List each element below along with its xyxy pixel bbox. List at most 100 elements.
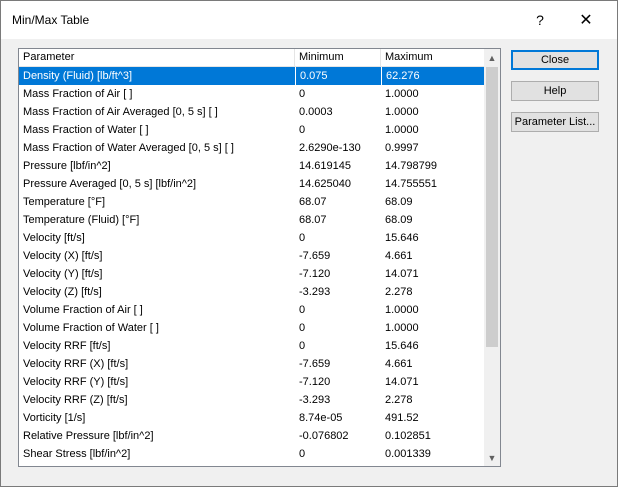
cell-parameter: Pressure Averaged [0, 5 s] [lbf/in^2] <box>23 178 197 190</box>
table-row[interactable]: Velocity (Y) [ft/s] -7.120 14.071 <box>19 265 484 283</box>
cell-maximum: 1.0000 <box>385 304 419 316</box>
table-row[interactable]: Velocity (X) [ft/s] -7.659 4.661 <box>19 247 484 265</box>
cell-maximum: 15.646 <box>385 232 419 244</box>
close-title-button[interactable]: ✕ <box>563 1 609 39</box>
cell-parameter: Velocity (Y) [ft/s] <box>23 268 103 280</box>
scroll-up-arrow-icon[interactable]: ▲ <box>484 49 500 66</box>
table-row[interactable]: Relative Pressure [lbf/in^2] -0.076802 0.1… <box>19 427 484 445</box>
close-icon: ✕ <box>579 12 593 29</box>
close-button[interactable]: Close <box>511 50 599 70</box>
column-header-parameter[interactable]: Parameter <box>19 49 295 66</box>
cell-maximum: 2.278 <box>385 394 413 406</box>
cell-minimum: -3.293 <box>299 394 331 406</box>
cell-maximum: 14.755551 <box>385 178 437 190</box>
cell-parameter: Volume Fraction of Water [ ] <box>23 322 159 334</box>
cell-minimum: 68.07 <box>299 196 327 208</box>
cell-minimum: 8.74e-05 <box>299 412 343 424</box>
table-row[interactable]: Mass Fraction of Air Averaged [0, 5 s] [… <box>19 103 484 121</box>
cell-parameter: Velocity RRF [ft/s] <box>23 340 111 352</box>
table-row[interactable]: Mass Fraction of Air [ ] 0 1.0000 <box>19 85 484 103</box>
parameter-list-button[interactable]: Parameter List... <box>511 112 599 132</box>
cell-minimum: -7.120 <box>299 376 331 388</box>
cell-maximum: 1.0000 <box>385 88 419 100</box>
table-row[interactable]: Temperature (Fluid) [°F] 68.07 68.09 <box>19 211 484 229</box>
cell-minimum: 0 <box>299 88 306 100</box>
cell-minimum: -7.120 <box>299 268 331 280</box>
title-bar: Min/Max Table ? ✕ <box>1 1 617 39</box>
cell-minimum: 0 <box>299 304 306 316</box>
cell-parameter: Vorticity [1/s] <box>23 412 86 424</box>
cell-parameter: Density (Fluid) [lb/ft^3] <box>23 70 133 82</box>
cell-minimum: -7.659 <box>299 358 331 370</box>
cell-minimum: -0.076802 <box>299 430 349 442</box>
cell-parameter: Mass Fraction of Water Averaged [0, 5 s]… <box>23 142 234 154</box>
cell-parameter: Temperature [°F] <box>23 196 106 208</box>
table-row[interactable]: Volume Fraction of Water [ ] 0 1.0000 <box>19 319 484 337</box>
cell-minimum: 14.625040 <box>299 178 351 190</box>
column-header-maximum[interactable]: Maximum <box>381 49 484 66</box>
cell-parameter: Relative Pressure [lbf/in^2] <box>23 430 154 442</box>
cell-minimum: 0 <box>299 322 306 334</box>
cell-maximum: 4.661 <box>385 250 413 262</box>
cell-maximum: 14.798799 <box>385 160 437 172</box>
cell-minimum: 0.075 <box>295 67 381 85</box>
table-row[interactable]: Velocity [ft/s] 0 15.646 <box>19 229 484 247</box>
cell-maximum: 2.278 <box>385 286 413 298</box>
vertical-scrollbar[interactable]: ▲ ▼ <box>484 49 500 466</box>
table-row[interactable]: Velocity RRF (Y) [ft/s] -7.120 14.071 <box>19 373 484 391</box>
table-row[interactable]: Mass Fraction of Water [ ] 0 1.0000 <box>19 121 484 139</box>
cell-maximum: 1.0000 <box>385 124 419 136</box>
cell-minimum: 14.619145 <box>299 160 351 172</box>
cell-minimum: 0.0003 <box>299 106 333 118</box>
cell-parameter: Mass Fraction of Air [ ] <box>23 88 133 100</box>
cell-parameter: Mass Fraction of Water [ ] <box>23 124 149 136</box>
cell-minimum: 0 <box>299 232 306 244</box>
cell-maximum: 0.001339 <box>385 448 431 460</box>
cell-maximum: 491.52 <box>385 412 419 424</box>
table-header: Parameter Minimum Maximum <box>19 49 484 67</box>
scroll-down-arrow-icon[interactable]: ▼ <box>484 449 500 466</box>
cell-parameter: Velocity RRF (Z) [ft/s] <box>23 394 128 406</box>
cell-parameter: Velocity (Z) [ft/s] <box>23 286 102 298</box>
cell-minimum: 2.6290e-130 <box>299 142 361 154</box>
cell-parameter: Velocity RRF (X) [ft/s] <box>23 358 129 370</box>
table-row[interactable]: Velocity RRF (Z) [ft/s] -3.293 2.278 <box>19 391 484 409</box>
cell-parameter: Velocity [ft/s] <box>23 232 85 244</box>
scrollbar-thumb[interactable] <box>486 67 498 347</box>
cell-maximum: 1.0000 <box>385 322 419 334</box>
cell-maximum: 62.276 <box>381 67 484 85</box>
table-row[interactable]: Velocity RRF [ft/s] 0 15.646 <box>19 337 484 355</box>
cell-maximum: 68.09 <box>385 214 413 226</box>
cell-parameter: Velocity (X) [ft/s] <box>23 250 103 262</box>
min-max-table[interactable]: Parameter Minimum Maximum Density (Fluid… <box>18 48 501 467</box>
cell-parameter: Temperature (Fluid) [°F] <box>23 214 140 226</box>
cell-maximum: 0.102851 <box>385 430 431 442</box>
cell-minimum: 68.07 <box>299 214 327 226</box>
dialog-title: Min/Max Table <box>12 13 90 27</box>
table-row[interactable]: Density (Fluid) [lb/ft^3] 0.075 62.276 <box>19 67 484 85</box>
table-row[interactable]: Volume Fraction of Air [ ] 0 1.0000 <box>19 301 484 319</box>
cell-minimum: -3.293 <box>299 286 331 298</box>
table-row[interactable]: Pressure Averaged [0, 5 s] [lbf/in^2] 14.… <box>19 175 484 193</box>
table-row[interactable]: Temperature [°F] 68.07 68.09 <box>19 193 484 211</box>
cell-minimum: -7.659 <box>299 250 331 262</box>
cell-parameter: Volume Fraction of Air [ ] <box>23 304 143 316</box>
cell-maximum: 68.09 <box>385 196 413 208</box>
cell-parameter: Mass Fraction of Air Averaged [0, 5 s] [… <box>23 106 218 118</box>
table-row[interactable]: Shear Stress [lbf/in^2] 0 0.001339 <box>19 445 484 463</box>
table-row[interactable]: Velocity RRF (X) [ft/s] -7.659 4.661 <box>19 355 484 373</box>
table-row[interactable]: Velocity (Z) [ft/s] -3.293 2.278 <box>19 283 484 301</box>
table-row[interactable]: Mass Fraction of Water Averaged [0, 5 s]… <box>19 139 484 157</box>
help-button[interactable]: Help <box>511 81 599 101</box>
column-header-minimum[interactable]: Minimum <box>295 49 381 66</box>
cell-maximum: 4.661 <box>385 358 413 370</box>
min-max-dialog: Min/Max Table ? ✕ Parameter Minimum Maxi… <box>0 0 618 487</box>
cell-parameter: Velocity RRF (Y) [ft/s] <box>23 376 129 388</box>
question-mark-icon: ? <box>536 12 544 28</box>
table-row[interactable]: Pressure [lbf/in^2] 14.619145 14.798799 <box>19 157 484 175</box>
cell-maximum: 14.071 <box>385 376 419 388</box>
cell-maximum: 1.0000 <box>385 106 419 118</box>
table-row[interactable]: Vorticity [1/s] 8.74e-05 491.52 <box>19 409 484 427</box>
cell-minimum: 0 <box>299 340 306 352</box>
help-title-button[interactable]: ? <box>517 1 563 39</box>
